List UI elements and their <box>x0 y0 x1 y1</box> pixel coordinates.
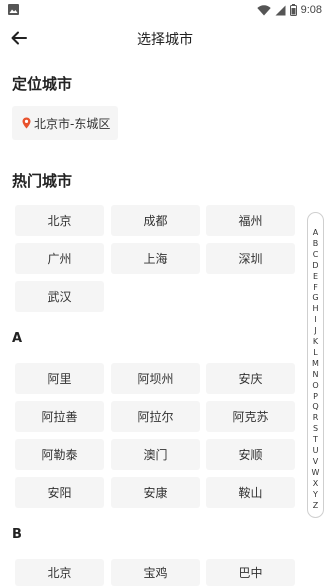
index-letter[interactable]: Y <box>308 490 323 500</box>
alphabet-index-bar[interactable]: ABCDEFGHIJKLMNOPQRSTUVWXYZ <box>307 212 324 518</box>
index-letter[interactable]: J <box>308 326 323 336</box>
city-chip[interactable]: 阿里 <box>15 363 104 394</box>
index-letter[interactable]: W <box>308 468 323 478</box>
city-chip[interactable]: 宝鸡 <box>111 559 200 586</box>
city-chip[interactable]: 巴中 <box>206 559 295 586</box>
city-chip[interactable]: 澳门 <box>111 439 200 470</box>
city-chip[interactable]: 阿拉善 <box>15 401 104 432</box>
city-chip[interactable]: 阿坝州 <box>111 363 200 394</box>
index-letter[interactable]: T <box>308 435 323 445</box>
index-letter[interactable]: U <box>308 446 323 456</box>
index-letter[interactable]: D <box>308 261 323 271</box>
index-letter[interactable]: N <box>308 370 323 380</box>
group-header-b: B <box>12 527 22 542</box>
index-letter[interactable]: I <box>308 315 323 325</box>
city-chip[interactable]: 武汉 <box>15 281 104 312</box>
city-chip[interactable]: 北京 <box>15 205 104 236</box>
current-location-chip[interactable]: 北京市-东城区 <box>12 106 119 140</box>
page-title: 选择城市 <box>137 32 193 48</box>
index-letter[interactable]: H <box>308 304 323 314</box>
location-pin-icon <box>22 117 31 129</box>
index-letter[interactable]: L <box>308 348 323 358</box>
city-chip[interactable]: 阿拉尔 <box>111 401 200 432</box>
index-letter[interactable]: V <box>308 457 323 467</box>
city-chip[interactable]: 成都 <box>111 205 200 236</box>
city-chip[interactable]: 阿克苏 <box>206 401 295 432</box>
battery-icon <box>289 4 297 16</box>
index-letter[interactable]: E <box>308 272 323 282</box>
city-chip[interactable]: 安康 <box>111 477 200 508</box>
current-location-label: 北京市-东城区 <box>34 116 111 131</box>
top-bar: 选择城市 <box>0 20 330 58</box>
city-chip[interactable]: 安阳 <box>15 477 104 508</box>
city-chip[interactable]: 阿勒泰 <box>15 439 104 470</box>
hot-cities-title: 热门城市 <box>12 172 73 190</box>
city-chip[interactable]: 广州 <box>15 243 104 274</box>
group-header-a: A <box>12 331 23 346</box>
index-letter[interactable]: G <box>308 293 323 303</box>
index-letter[interactable]: S <box>308 424 323 434</box>
city-chip[interactable]: 安顺 <box>206 439 295 470</box>
index-letter[interactable]: P <box>308 392 323 402</box>
status-time: 9:08 <box>300 4 322 16</box>
city-chip[interactable]: 上海 <box>111 243 200 274</box>
index-letter[interactable]: F <box>308 283 323 293</box>
index-letter[interactable]: B <box>308 239 323 249</box>
city-chip[interactable]: 深圳 <box>206 243 295 274</box>
location-section-title: 定位城市 <box>12 75 73 93</box>
city-chip[interactable]: 福州 <box>206 205 295 236</box>
index-letter[interactable]: K <box>308 337 323 347</box>
index-letter[interactable]: M <box>308 359 323 369</box>
status-icons: 9:08 <box>256 2 322 18</box>
index-letter[interactable]: C <box>308 250 323 260</box>
city-chip[interactable]: 安庆 <box>206 363 295 394</box>
image-icon <box>8 4 19 15</box>
index-letter[interactable]: X <box>308 479 323 489</box>
signal-icon <box>275 5 286 15</box>
index-letter[interactable]: R <box>308 413 323 423</box>
city-chip[interactable]: 北京 <box>15 559 104 586</box>
status-bar: 9:08 <box>0 0 330 20</box>
index-letter[interactable]: A <box>308 228 323 238</box>
index-letter[interactable]: O <box>308 381 323 391</box>
wifi-icon <box>256 4 271 15</box>
index-letter[interactable]: Q <box>308 402 323 412</box>
index-letter[interactable]: Z <box>308 501 323 511</box>
city-chip[interactable]: 鞍山 <box>206 477 295 508</box>
